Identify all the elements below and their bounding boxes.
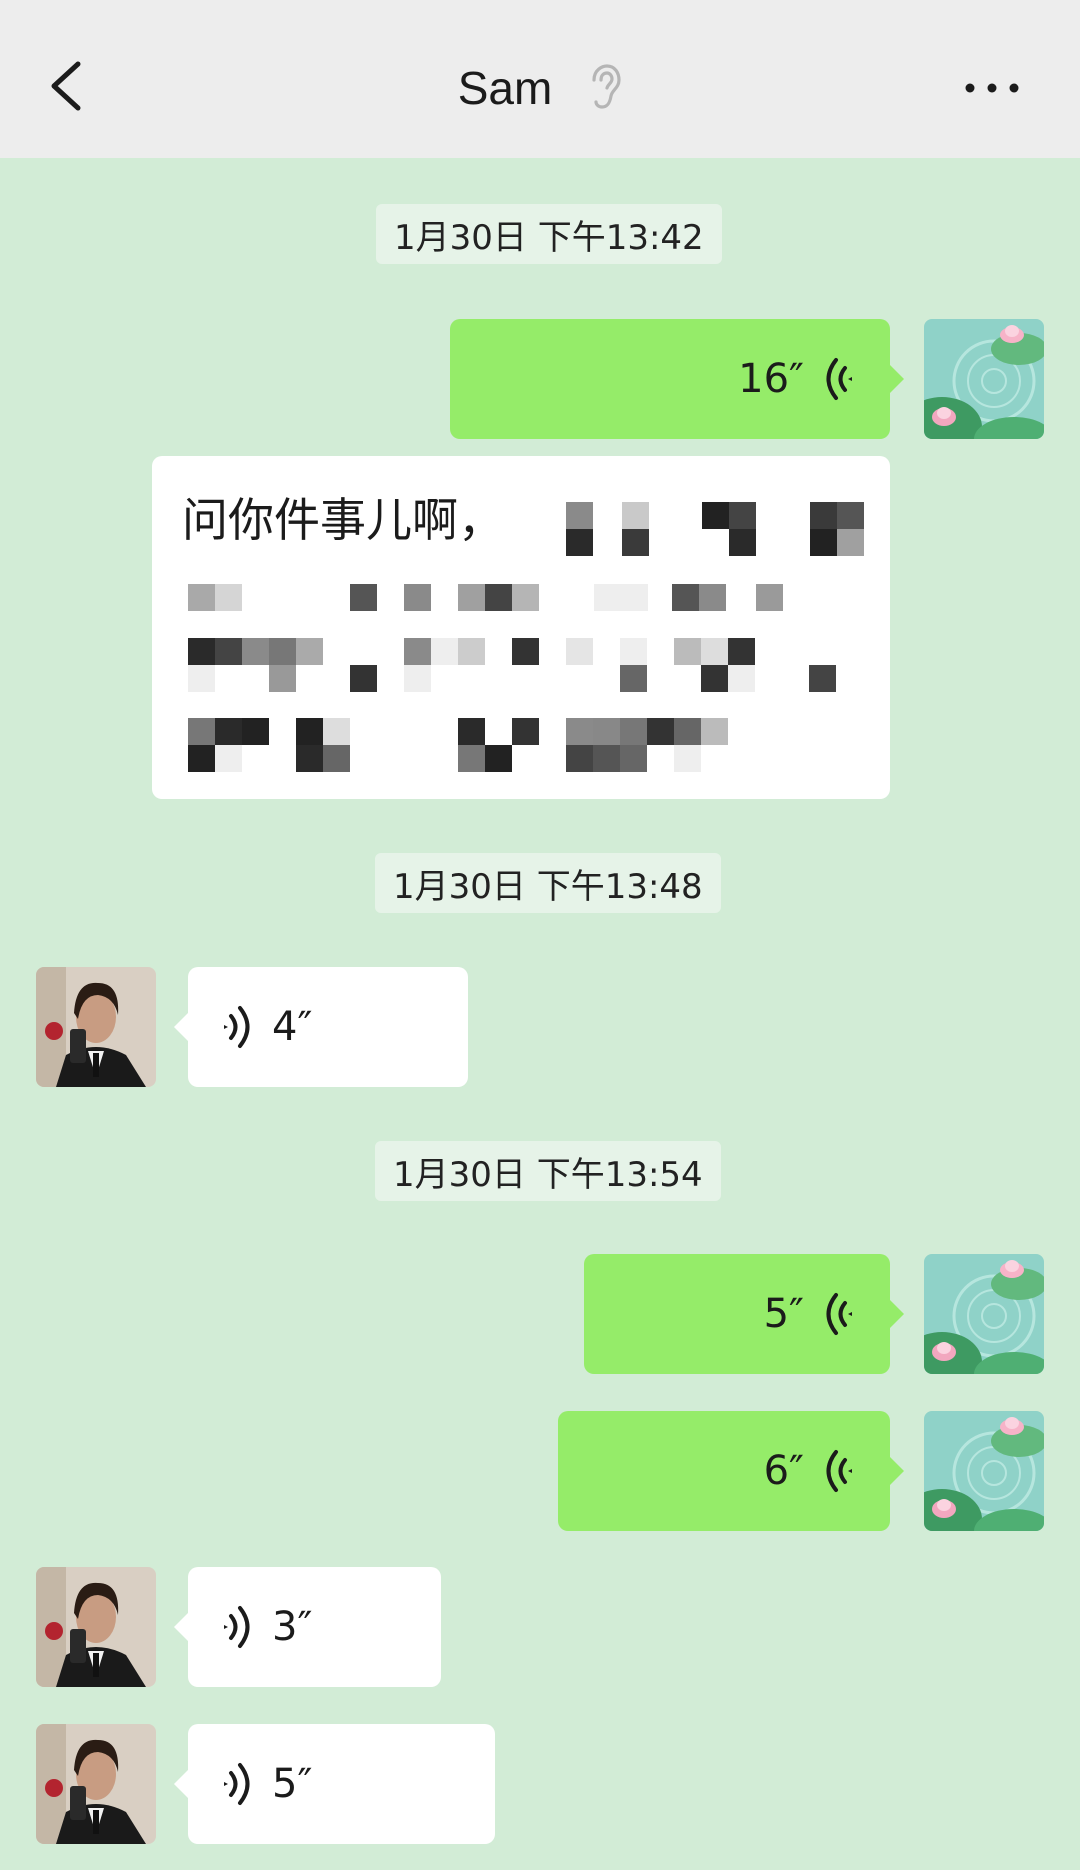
- more-dots-icon: [965, 83, 1019, 93]
- my-avatar[interactable]: [924, 1254, 1044, 1374]
- voice-wave-icon: [224, 1006, 250, 1048]
- voice-duration: 4″: [272, 1004, 313, 1050]
- voice-duration: 5″: [763, 1291, 804, 1337]
- voice-wave-icon: [826, 1293, 852, 1335]
- ear-icon: [592, 64, 621, 109]
- voice-wave-icon: [224, 1763, 250, 1805]
- voice-duration: 3″: [272, 1604, 313, 1650]
- contact-photo: [36, 1567, 156, 1687]
- lotus-avatar-image: [924, 1254, 1044, 1374]
- sent-voice-message[interactable]: 16″: [450, 319, 904, 439]
- received-voice-message[interactable]: 4″: [174, 967, 468, 1087]
- sent-voice-message[interactable]: 5″: [584, 1254, 904, 1374]
- chat-header: Sam: [0, 0, 1080, 158]
- contact-photo: [36, 967, 156, 1087]
- title-area: Sam: [0, 58, 1080, 118]
- received-voice-message[interactable]: 3″: [174, 1567, 441, 1687]
- contact-avatar[interactable]: [36, 1724, 156, 1844]
- voice-wave-icon: [224, 1606, 250, 1648]
- contact-avatar[interactable]: [36, 1567, 156, 1687]
- pixelated-text-message[interactable]: 问你件事儿啊，: [152, 456, 890, 799]
- message-timestamp: 1月30日 下午13:48: [375, 853, 721, 913]
- message-text: 问你件事儿啊，: [182, 493, 504, 547]
- lotus-avatar-image: [924, 1411, 1044, 1531]
- sent-voice-message[interactable]: 6″: [558, 1411, 904, 1531]
- received-voice-message[interactable]: 5″: [174, 1724, 495, 1844]
- voice-wave-icon: [826, 1450, 852, 1492]
- more-button[interactable]: [962, 70, 1022, 106]
- voice-duration: 16″: [738, 356, 804, 402]
- chat-screen: Sam 1月30日 下午13:42 16″ 问你件事儿啊， 1月30日 下午13…: [0, 0, 1080, 1870]
- contact-avatar[interactable]: [36, 967, 156, 1087]
- page-title: Sam: [457, 62, 553, 114]
- voice-wave-icon: [826, 358, 852, 400]
- my-avatar[interactable]: [924, 319, 1044, 439]
- voice-duration: 5″: [272, 1761, 313, 1807]
- message-timestamp: 1月30日 下午13:54: [375, 1141, 721, 1201]
- lotus-avatar-image: [924, 319, 1044, 439]
- my-avatar[interactable]: [924, 1411, 1044, 1531]
- voice-duration: 6″: [763, 1448, 804, 1494]
- message-timestamp: 1月30日 下午13:42: [376, 204, 722, 264]
- contact-photo: [36, 1724, 156, 1844]
